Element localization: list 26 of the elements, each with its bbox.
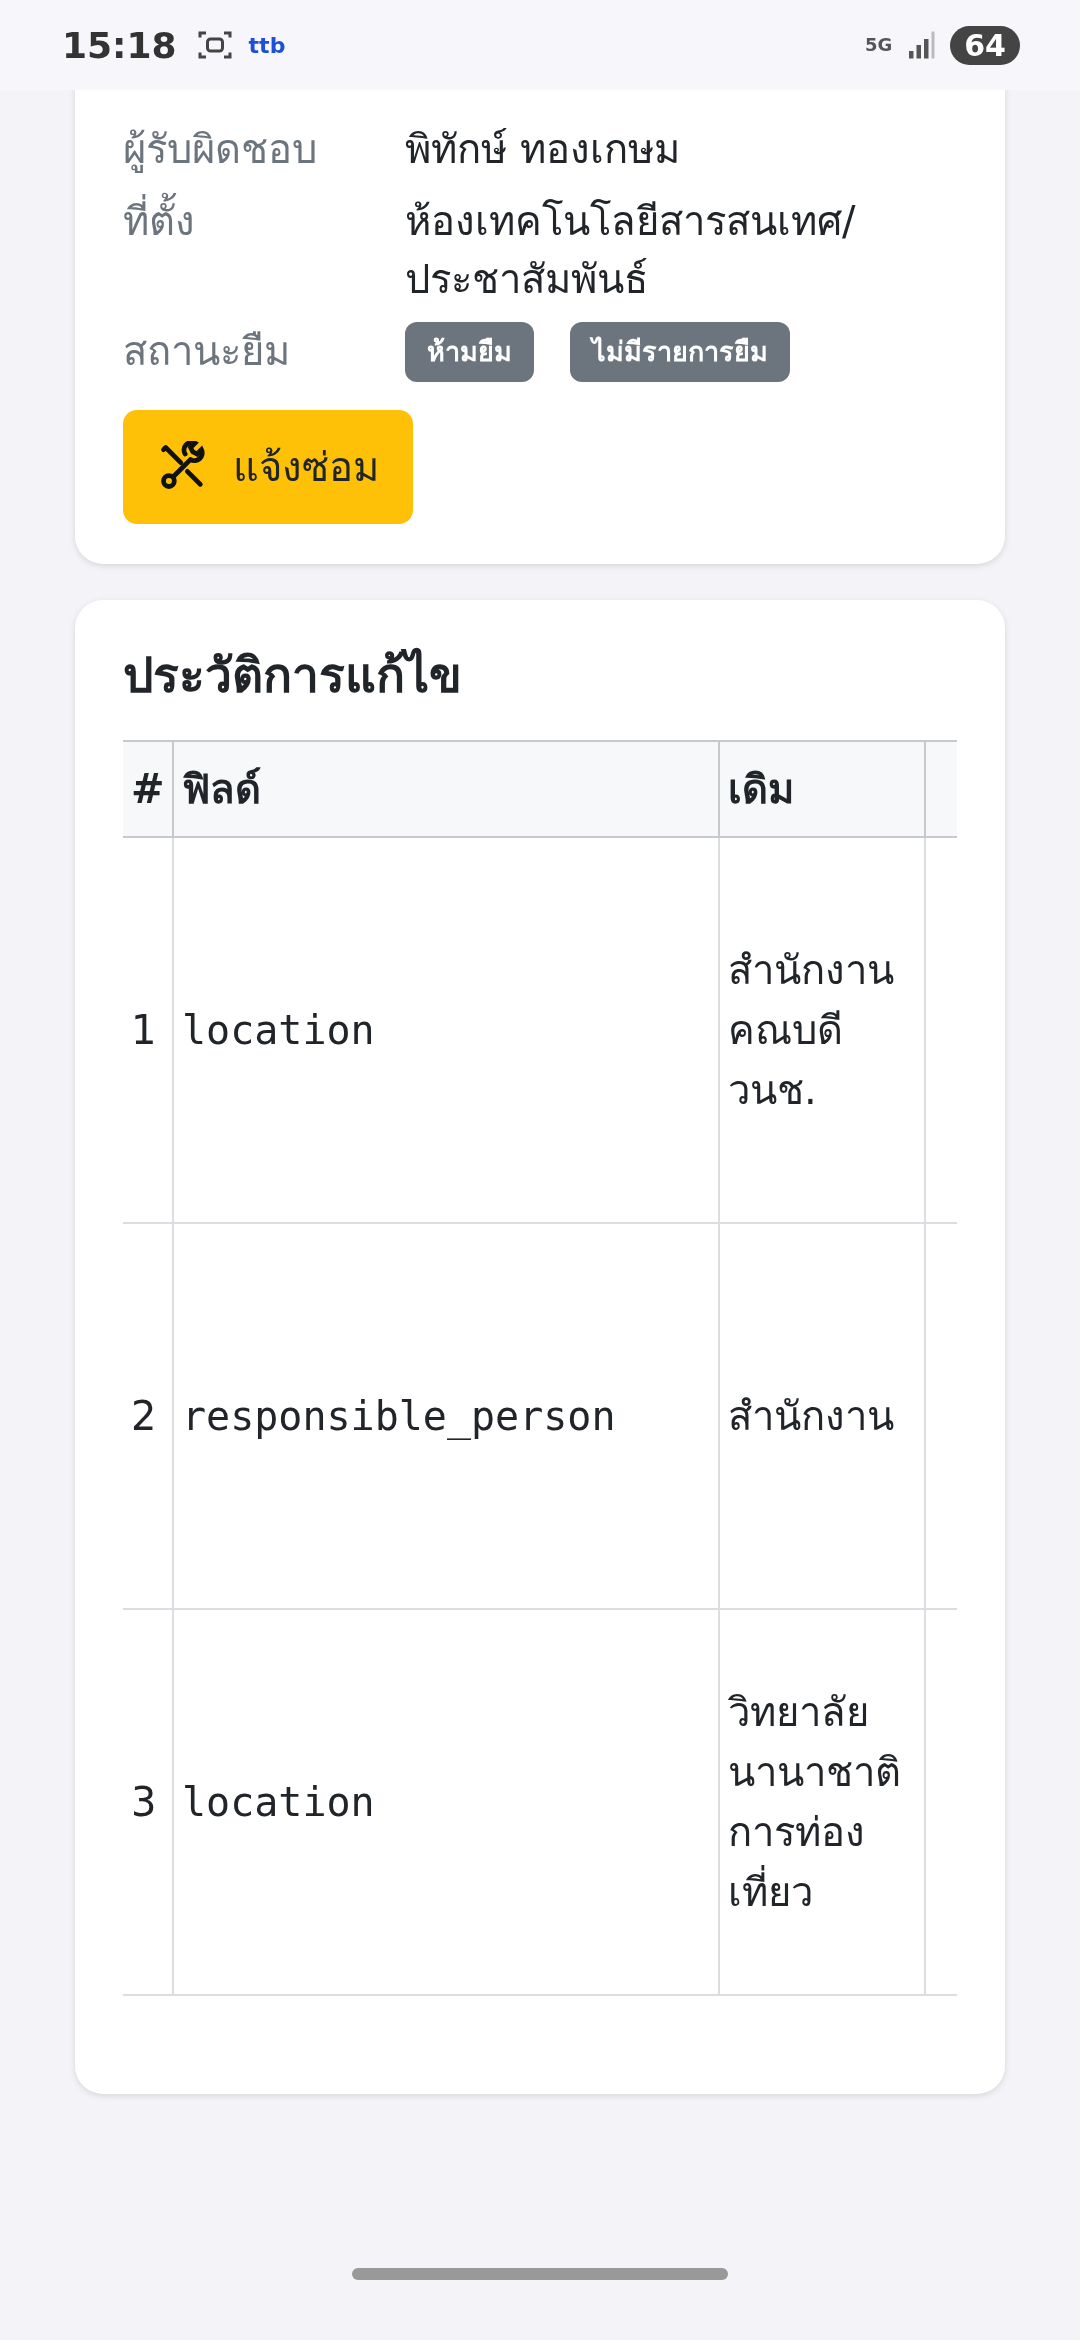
column-header: เดิม — [719, 741, 925, 837]
network-type: 5G — [864, 36, 893, 54]
column-header: # — [123, 741, 173, 837]
field-value: พิทักษ์ ทองเกษม — [405, 125, 681, 174]
field-label: ที่ตั้ง — [123, 192, 405, 308]
field-value: ห้องเทคโนโลยีสารสนเทศ/ประชาสัมพันธ์ — [405, 197, 857, 304]
field-label: ผู้รับผิดชอบ — [123, 125, 318, 175]
table-cell: สำนักงาน — [719, 1223, 925, 1609]
table-cell: สำนักงานคณบดี วนช. — [719, 837, 925, 1223]
clock: 15:18 — [62, 24, 177, 66]
status-badge: ห้ามยืม — [405, 322, 534, 382]
table-cell: responsible_person — [173, 1223, 719, 1609]
field-label: สถานะยืม — [123, 327, 291, 376]
table-cell: วิทยาลัยนานาชาติการท่องเที่ยว — [719, 1609, 925, 1995]
table-cell: 2 — [123, 1223, 173, 1609]
signal-icon — [906, 30, 937, 60]
battery-level: 64 — [950, 25, 1020, 65]
app-logo: ttb — [248, 32, 286, 58]
table-cell: 1 — [123, 837, 173, 1223]
table-cell: location — [173, 1609, 719, 1995]
status-badge: ไม่มีรายการยืม — [570, 322, 790, 382]
repair-button[interactable]: แจ้งซ่อม — [123, 410, 413, 524]
table-cell: 3 — [123, 1609, 173, 1995]
column-header: ฟิลด์ — [173, 741, 719, 837]
table-cell: location — [173, 837, 719, 1223]
section-title: ประวัติการแก้ไข — [123, 646, 463, 705]
